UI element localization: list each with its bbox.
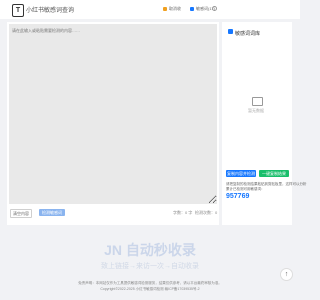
back-to-top-button[interactable]: ↑ [280, 268, 293, 281]
app-logo: T [12, 4, 24, 17]
result-panel: 敏感词词库 暂无数据 复制内容并检测 一键复制结果 请把复制的检测结果粘贴到剪贴… [222, 22, 307, 225]
footer-copyright: Copyright©2022-2025 小红书敏感词检测 赣ICP备170395… [100, 287, 200, 291]
total-count: 957769 [226, 193, 250, 200]
info-icon[interactable] [212, 6, 217, 11]
shield-icon [190, 7, 194, 11]
app-title: 小红书敏感词查询 [26, 8, 75, 14]
detect-count: 检测次数：0 [195, 210, 218, 215]
copy-detect-button[interactable]: 复制内容并检测 [226, 170, 256, 177]
empty-text: 暂无数据 [248, 108, 264, 113]
total-label: 累计已检测可用敏感词： [226, 187, 265, 191]
watermark-title: JN 自动秒收录 [104, 242, 196, 258]
clear-button[interactable]: 清空内容 [10, 209, 32, 218]
char-count: 字数：0 字 [173, 210, 193, 215]
watermark-subtitle: 致上链接→来访一次→自动收录 [101, 263, 199, 270]
header-tool-1[interactable]: 取消收 [163, 6, 181, 12]
footer-disclaimer: 免责声明：本网站仅作为工具提供敏感词检测服务，结果仅供参考，请以平台最终审核为准… [78, 281, 222, 285]
top-bar: T 小红书敏感词查询 取消收 敏感词(17) [0, 0, 300, 19]
content-input[interactable] [9, 24, 217, 204]
inbox-icon [252, 97, 263, 106]
book-icon [228, 29, 233, 34]
star-icon [163, 7, 167, 11]
detect-button[interactable]: 检测敏感词 [39, 209, 65, 216]
editor-panel: 清空内容 检测敏感词 字数：0 字 检测次数：0 [7, 22, 219, 225]
panel-title: 敏感词词库 [235, 31, 261, 37]
copy-result-button[interactable]: 一键复制结果 [259, 170, 289, 177]
